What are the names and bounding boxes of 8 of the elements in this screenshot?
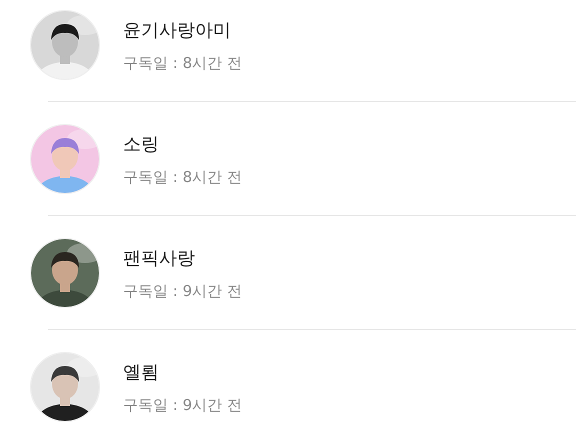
subscriber-name: 옐룀: [123, 360, 160, 384]
subscriber-name: 윤기사랑아미: [123, 18, 232, 42]
subscriber-name: 소링: [123, 132, 160, 156]
subscription-time: 구독일 : 9시간 전: [123, 396, 242, 414]
subscription-time: 구독일 : 8시간 전: [123, 168, 242, 186]
subscription-time: 구독일 : 9시간 전: [123, 282, 242, 300]
subscription-time: 구독일 : 8시간 전: [123, 54, 242, 72]
subscriber-name: 팬픽사랑: [123, 246, 196, 270]
